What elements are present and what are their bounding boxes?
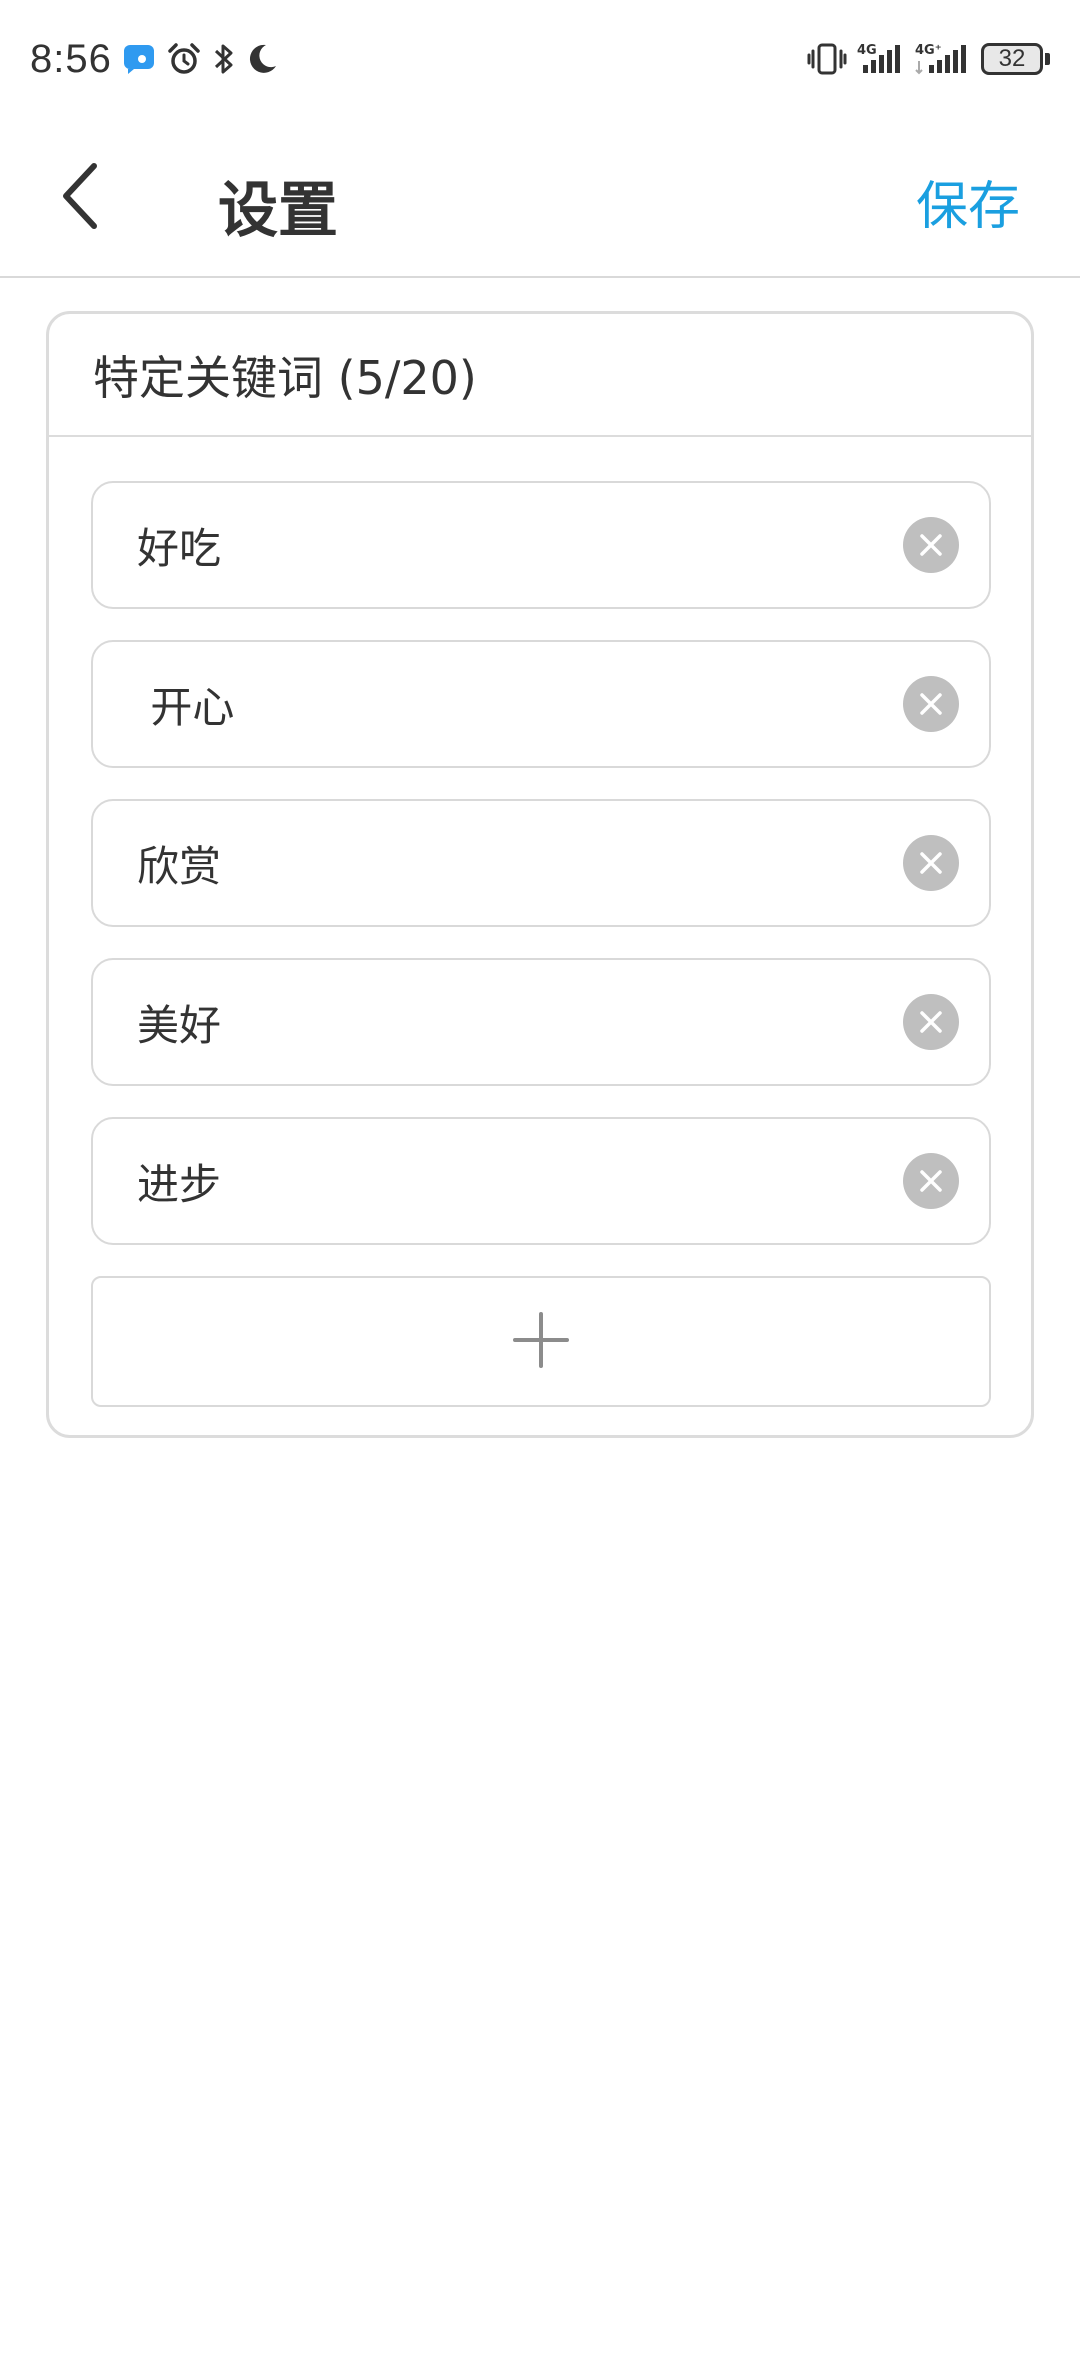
signal-4g-plus-icon: 4G⁺	[915, 41, 971, 77]
page-title: 设置	[218, 176, 338, 246]
close-circle-icon[interactable]	[903, 835, 959, 891]
bluetooth-icon	[212, 41, 236, 77]
keyword-text: 开心	[137, 682, 235, 732]
keyword-text: 欣赏	[137, 841, 222, 891]
keywords-card: 特定关键词 (5/20) 好吃 开心 欣赏 美好 进步	[46, 311, 1034, 1438]
battery-icon: 32	[981, 43, 1050, 75]
chat-notification-icon	[122, 42, 156, 76]
signal-4g-icon: 4G	[857, 41, 905, 77]
close-circle-icon[interactable]	[903, 676, 959, 732]
close-circle-icon[interactable]	[903, 517, 959, 573]
moon-icon	[246, 42, 278, 76]
network-label-2: 4G⁺	[915, 43, 942, 58]
save-button[interactable]: 保存	[916, 164, 1020, 239]
keyword-item[interactable]: 美好	[91, 958, 991, 1086]
battery-tip	[1045, 53, 1050, 65]
plus-icon	[512, 1311, 570, 1373]
settings-screen: 8:56 4G 4G⁺ 32 设置 保存 特定关键词 (5/20) 好吃 开心 …	[0, 0, 1080, 2376]
status-right: 4G 4G⁺ 32	[807, 41, 1050, 77]
add-keyword-button[interactable]	[91, 1276, 991, 1407]
status-left: 8:56	[30, 37, 278, 82]
close-circle-icon[interactable]	[903, 1153, 959, 1209]
network-label-1: 4G	[857, 43, 877, 58]
status-time: 8:56	[30, 36, 112, 81]
keyword-list: 好吃 开心 欣赏 美好 进步	[49, 437, 1031, 1407]
alarm-icon	[166, 41, 202, 77]
status-bar: 8:56 4G 4G⁺ 32	[0, 0, 1080, 118]
close-circle-icon[interactable]	[903, 994, 959, 1050]
keyword-text: 美好	[137, 1000, 222, 1050]
back-button[interactable]	[40, 158, 120, 238]
keywords-card-title: 特定关键词 (5/20)	[49, 314, 1031, 437]
keyword-item[interactable]: 欣赏	[91, 799, 991, 927]
keyword-item[interactable]: 进步	[91, 1117, 991, 1245]
keyword-text: 进步	[137, 1159, 222, 1209]
keyword-item[interactable]: 好吃	[91, 481, 991, 609]
battery-level: 32	[981, 43, 1043, 75]
keyword-text: 好吃	[137, 523, 222, 573]
keyword-item[interactable]: 开心	[91, 640, 991, 768]
app-header: 设置 保存	[0, 118, 1080, 278]
chevron-left-icon	[56, 160, 104, 236]
vibrate-icon	[807, 41, 847, 77]
